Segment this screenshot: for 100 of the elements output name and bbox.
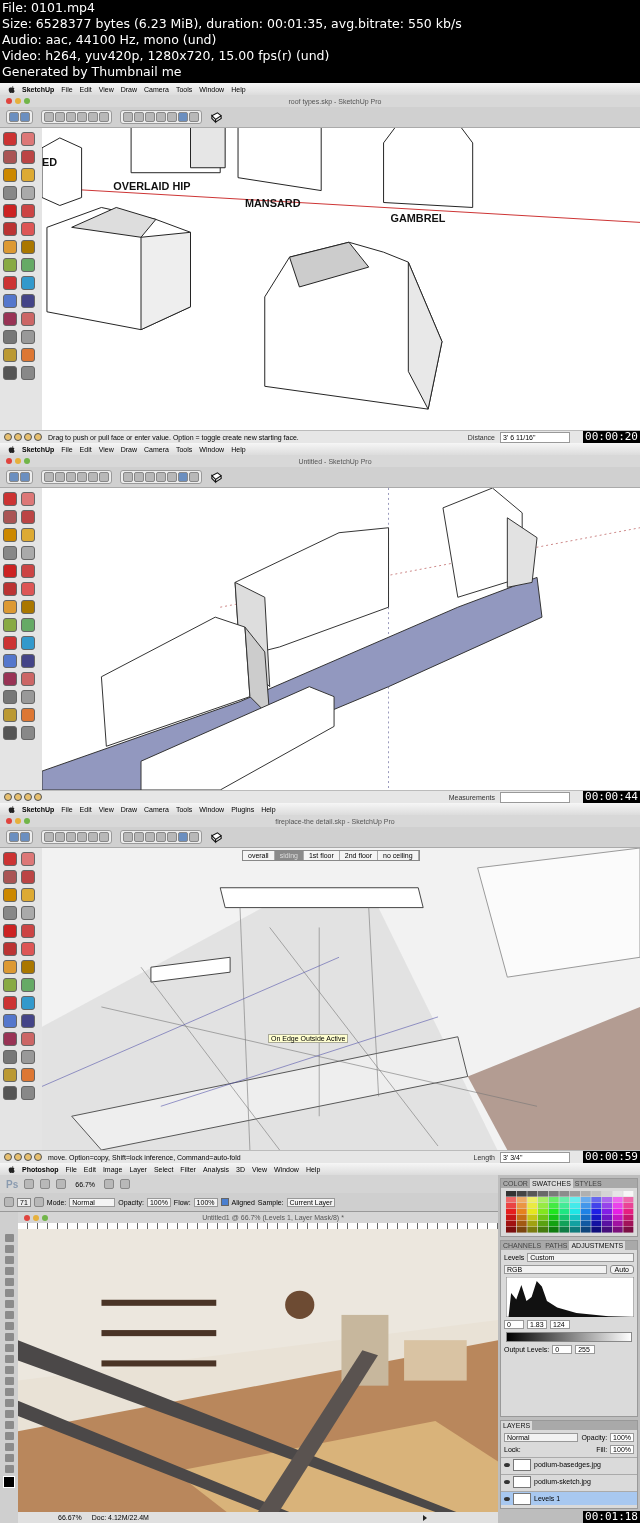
tool-icon[interactable] xyxy=(3,690,17,704)
tool-icon[interactable] xyxy=(3,906,17,920)
tool-icon[interactable] xyxy=(3,870,17,884)
tool-icon[interactable] xyxy=(21,258,35,272)
swatch-grid-drawing[interactable] xyxy=(506,1191,634,1233)
tool-icon[interactable] xyxy=(3,528,17,542)
color-swatch-icon[interactable] xyxy=(3,1476,15,1488)
tool-icon[interactable] xyxy=(21,618,35,632)
box-icon[interactable] xyxy=(210,110,223,124)
tool-icon[interactable] xyxy=(3,1068,17,1082)
tool-icon[interactable] xyxy=(3,618,17,632)
tool-icon[interactable] xyxy=(21,132,35,146)
tool-icon[interactable] xyxy=(3,1086,17,1100)
measurement-field[interactable] xyxy=(500,791,570,803)
tool-icon[interactable] xyxy=(3,348,17,362)
tool-icon[interactable] xyxy=(21,690,35,704)
tool-icon[interactable] xyxy=(21,204,35,218)
tool-icon[interactable] xyxy=(21,276,35,290)
tool-icon[interactable] xyxy=(3,294,17,308)
tool-icon[interactable] xyxy=(21,546,35,560)
tool-icon[interactable] xyxy=(21,1068,35,1082)
tool-icon[interactable] xyxy=(21,294,35,308)
tool-icon[interactable] xyxy=(21,888,35,902)
tool-icon[interactable] xyxy=(21,222,35,236)
tool-icon[interactable] xyxy=(21,240,35,254)
toolbar-icon[interactable] xyxy=(40,1179,51,1189)
tool-icon[interactable] xyxy=(3,222,17,236)
close-button[interactable] xyxy=(6,98,12,104)
tool-icon[interactable] xyxy=(21,726,35,740)
tool-icon[interactable] xyxy=(21,942,35,956)
tool-icon[interactable] xyxy=(3,600,17,614)
tool-icon[interactable] xyxy=(21,186,35,200)
tool-icon[interactable] xyxy=(3,942,17,956)
tool-icon[interactable] xyxy=(21,168,35,182)
tool-icon[interactable] xyxy=(21,654,35,668)
close-button[interactable] xyxy=(6,818,12,824)
tool-icon[interactable] xyxy=(21,1086,35,1100)
box-icon[interactable] xyxy=(210,830,223,844)
tool-icon[interactable] xyxy=(3,186,17,200)
tool-icon[interactable] xyxy=(3,366,17,380)
tool-icon[interactable] xyxy=(21,528,35,542)
tool-icon[interactable] xyxy=(21,600,35,614)
zoom-button[interactable] xyxy=(24,98,30,104)
tool-icon[interactable] xyxy=(3,546,17,560)
toolbar-icon[interactable] xyxy=(120,1179,131,1189)
tool-icon[interactable] xyxy=(21,960,35,974)
tool-icon[interactable] xyxy=(21,978,35,992)
tool-icon[interactable] xyxy=(21,906,35,920)
tool-icon[interactable] xyxy=(21,870,35,884)
toolbar-icon[interactable] xyxy=(24,1179,35,1189)
tool-icon[interactable] xyxy=(21,924,35,938)
toolbar-icon[interactable] xyxy=(104,1179,115,1189)
stamp-tool-icon[interactable] xyxy=(4,1197,14,1207)
tool-icon[interactable] xyxy=(3,1014,17,1028)
tool-icon[interactable] xyxy=(3,132,17,146)
tool-icon[interactable] xyxy=(21,348,35,362)
toolbar-icon[interactable] xyxy=(56,1179,67,1189)
minimize-button[interactable] xyxy=(15,818,21,824)
tool-icon[interactable] xyxy=(3,582,17,596)
zoom-button[interactable] xyxy=(42,1214,48,1221)
tool-icon[interactable] xyxy=(3,672,17,686)
tool-icon[interactable] xyxy=(21,672,35,686)
tool-icon[interactable] xyxy=(3,312,17,326)
tool-icon[interactable] xyxy=(3,636,17,650)
close-button[interactable] xyxy=(6,458,12,464)
tool-icon[interactable] xyxy=(3,258,17,272)
toolbar-icon[interactable] xyxy=(33,1197,44,1207)
apple-icon[interactable] xyxy=(8,1164,15,1174)
aligned-checkbox[interactable] xyxy=(220,1198,229,1206)
tool-icon[interactable] xyxy=(3,330,17,344)
tool-icon[interactable] xyxy=(21,150,35,164)
box-icon[interactable] xyxy=(210,470,223,484)
tool-icon[interactable] xyxy=(3,240,17,254)
tool-icon[interactable] xyxy=(21,996,35,1010)
tool-icon[interactable] xyxy=(21,708,35,722)
tool-icon[interactable] xyxy=(21,636,35,650)
tool-icon[interactable] xyxy=(21,852,35,866)
tool-icon[interactable] xyxy=(3,1050,17,1064)
output-gradient[interactable] xyxy=(506,1332,632,1342)
minimize-button[interactable] xyxy=(15,98,21,104)
tool-icon[interactable] xyxy=(3,1032,17,1046)
tool-icon[interactable] xyxy=(3,978,17,992)
tool-icon[interactable] xyxy=(3,150,17,164)
zoom-button[interactable] xyxy=(24,818,30,824)
tool-icon[interactable] xyxy=(3,564,17,578)
tool-icon[interactable] xyxy=(3,510,17,524)
zoom-button[interactable] xyxy=(24,458,30,464)
tool-icon[interactable] xyxy=(21,1032,35,1046)
tool-icon[interactable] xyxy=(21,1050,35,1064)
tool-icon[interactable] xyxy=(3,492,17,506)
tool-icon[interactable] xyxy=(3,726,17,740)
tool-icon[interactable] xyxy=(21,492,35,506)
tool-icon[interactable] xyxy=(21,1014,35,1028)
tool-icon[interactable] xyxy=(3,708,17,722)
close-button[interactable] xyxy=(24,1214,30,1221)
tool-icon[interactable] xyxy=(3,168,17,182)
tool-icon[interactable] xyxy=(21,510,35,524)
apple-icon[interactable] xyxy=(8,444,15,454)
tool-icon[interactable] xyxy=(21,582,35,596)
tool-icon[interactable] xyxy=(21,564,35,578)
